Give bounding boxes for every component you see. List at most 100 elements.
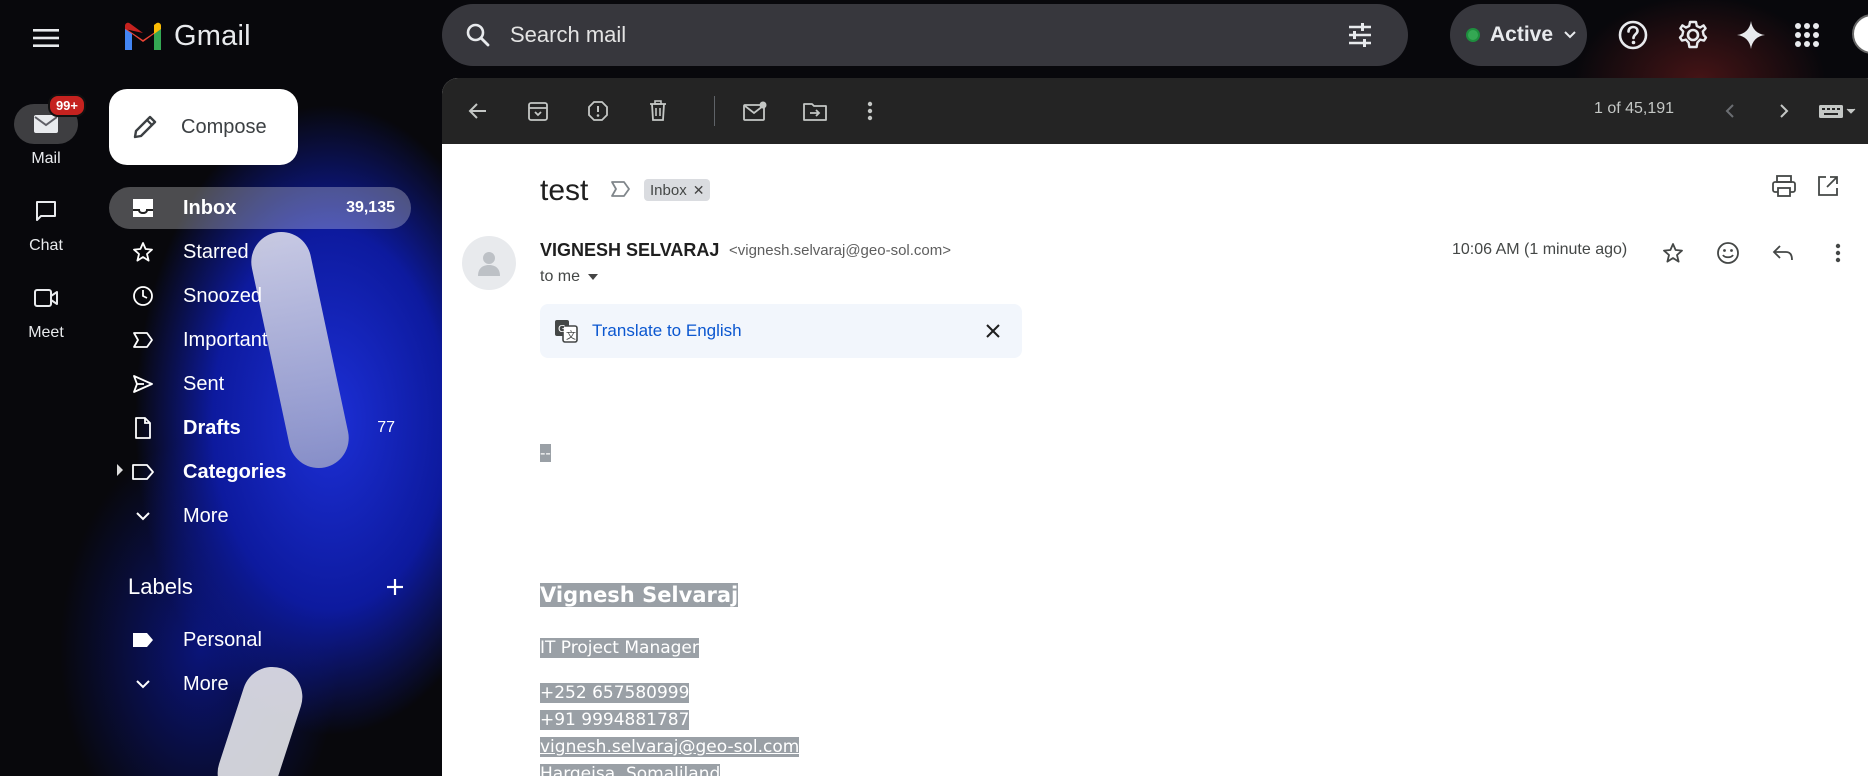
rail-mail-icon-wrap: 99+ <box>14 94 86 144</box>
mail-icon <box>34 115 58 133</box>
chevron-down-icon <box>1564 31 1576 39</box>
rail-meet-icon-wrap <box>14 278 78 318</box>
rail-mail[interactable]: 99+ Mail <box>0 94 92 168</box>
open-new-window-button[interactable] <box>1816 174 1840 203</box>
print-button[interactable] <box>1771 174 1797 203</box>
chevron-right-icon <box>1780 104 1789 118</box>
search-input[interactable] <box>510 22 1340 48</box>
recipients-toggle[interactable]: to me <box>540 268 599 286</box>
clock-icon <box>131 284 155 308</box>
reply-icon <box>1772 245 1793 261</box>
archive-button[interactable] <box>518 91 558 131</box>
message-more-button[interactable] <box>1820 235 1856 271</box>
gmail-logo[interactable]: Gmail <box>122 14 251 58</box>
nav-label: Important <box>183 328 268 351</box>
close-translate-button[interactable] <box>978 316 1008 346</box>
gemini-button[interactable] <box>1728 12 1774 58</box>
rail-chat[interactable]: Chat <box>0 191 92 255</box>
pagination-text: 1 of 45,191 <box>1594 100 1675 117</box>
status-label: Active <box>1490 23 1554 46</box>
older-button[interactable] <box>1764 91 1804 131</box>
nav-label: More <box>183 504 229 527</box>
star-icon <box>1663 243 1683 263</box>
unread-badge: 99+ <box>47 94 86 117</box>
signature-name: Vignesh Selvaraj <box>540 583 739 607</box>
translate-banner: G文 Translate to English <box>540 304 1022 358</box>
reply-button[interactable] <box>1765 235 1801 271</box>
search-options-button[interactable] <box>1340 15 1380 55</box>
sender-avatar[interactable] <box>462 236 516 290</box>
message-toolbar: 1 of 45,191 <box>442 78 1868 144</box>
svg-text:G: G <box>558 324 566 335</box>
expand-arrow-icon[interactable] <box>117 464 123 476</box>
newer-button[interactable] <box>1710 91 1750 131</box>
sender-name[interactable]: VIGNESH SELVARAJ <box>540 240 719 261</box>
nav-label: Starred <box>183 240 249 263</box>
star-button[interactable] <box>1655 235 1691 271</box>
nav-more[interactable]: More <box>109 495 411 537</box>
search-icon <box>466 23 490 47</box>
important-marker-icon[interactable] <box>610 180 632 198</box>
nav-count: 39,135 <box>346 199 395 216</box>
nav-starred[interactable]: Starred <box>109 231 411 273</box>
labels-header: Labels <box>128 572 410 602</box>
search-button[interactable] <box>458 15 498 55</box>
labels-more[interactable]: More <box>109 663 411 705</box>
nav-label: Personal <box>183 628 262 651</box>
create-label-button[interactable] <box>380 572 410 602</box>
close-icon <box>986 324 1000 338</box>
nav-count: 77 <box>377 419 395 436</box>
delete-button[interactable] <box>638 91 678 131</box>
mark-unread-icon <box>743 101 767 121</box>
trash-icon <box>650 100 666 121</box>
search-bar[interactable] <box>442 4 1408 66</box>
status-selector[interactable]: Active <box>1450 4 1587 66</box>
nav-sent[interactable]: Sent <box>109 363 411 405</box>
recipients-text: to me <box>540 268 581 285</box>
nav-important[interactable]: Important <box>109 319 411 361</box>
mark-unread-button[interactable] <box>735 91 775 131</box>
compose-label: Compose <box>181 115 267 138</box>
star-icon <box>131 240 155 264</box>
more-actions-button[interactable] <box>850 91 890 131</box>
keyboard-icon <box>1819 105 1856 118</box>
signature-phone: +252 657580999 <box>540 683 690 703</box>
signature-email-link[interactable]: vignesh.selvaraj@geo-sol.com <box>540 737 800 757</box>
nav-drafts[interactable]: Drafts 77 <box>109 407 411 449</box>
inbox-icon <box>131 196 155 220</box>
nav-inbox[interactable]: Inbox 39,135 <box>109 187 411 229</box>
signature-phone: +91 9994881787 <box>540 710 690 730</box>
print-icon <box>1772 175 1796 197</box>
emoji-icon <box>1717 242 1739 264</box>
compose-button[interactable]: Compose <box>109 89 298 165</box>
apps-button[interactable] <box>1784 12 1830 58</box>
support-button[interactable] <box>1610 12 1656 58</box>
rail-mail-label: Mail <box>31 150 61 167</box>
rail-chat-label: Chat <box>29 237 63 254</box>
remove-label-icon[interactable]: ✕ <box>693 182 705 199</box>
labels-title: Labels <box>128 574 193 599</box>
nav-snoozed[interactable]: Snoozed <box>109 275 411 317</box>
nav-categories[interactable]: Categories <box>109 451 411 493</box>
toolbar-divider <box>714 96 715 126</box>
translate-icon: G文 <box>555 320 578 343</box>
settings-button[interactable] <box>1670 12 1716 58</box>
add-reaction-button[interactable] <box>1710 235 1746 271</box>
translate-link[interactable]: Translate to English <box>592 321 978 341</box>
nav-label: More <box>183 672 229 695</box>
folder-move-icon <box>803 103 827 121</box>
chat-icon <box>36 201 56 221</box>
input-tools-button[interactable] <box>1808 91 1868 131</box>
label-filled-icon <box>131 628 155 652</box>
person-icon <box>478 252 500 276</box>
sparkle-icon <box>1737 21 1765 49</box>
label-personal[interactable]: Personal <box>109 619 411 661</box>
move-to-button[interactable] <box>795 91 835 131</box>
nav-label: Sent <box>183 372 225 395</box>
report-spam-button[interactable] <box>578 91 618 131</box>
main-menu-button[interactable] <box>22 14 70 62</box>
status-dot <box>1466 28 1480 42</box>
rail-meet[interactable]: Meet <box>0 278 92 342</box>
back-button[interactable] <box>458 91 498 131</box>
label-chip[interactable]: Inbox ✕ <box>644 179 711 201</box>
